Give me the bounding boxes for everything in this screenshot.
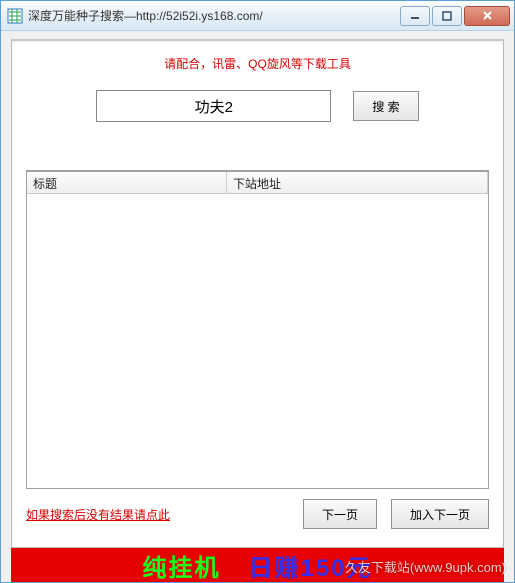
minimize-button[interactable] (400, 6, 430, 26)
search-button[interactable]: 搜 索 (353, 91, 418, 121)
pagination: 下一页 加入下一页 (303, 499, 489, 529)
window-controls (398, 6, 510, 26)
results-table: 标题 下站地址 (26, 170, 489, 489)
no-results-link[interactable]: 如果搜索后没有结果请点此 (26, 506, 170, 523)
column-header-title[interactable]: 标题 (27, 172, 227, 193)
footer-row: 如果搜索后没有结果请点此 下一页 加入下一页 (26, 489, 489, 537)
app-icon (7, 8, 23, 24)
ad-text-2: 日赚150元 (248, 548, 372, 583)
maximize-button[interactable] (432, 6, 462, 26)
add-next-page-button[interactable]: 加入下一页 (391, 499, 489, 529)
search-input[interactable] (96, 90, 331, 122)
titlebar[interactable]: 深度万能种子搜索—http://52i52i.ys168.com/ (1, 1, 514, 31)
table-body[interactable] (27, 194, 488, 488)
hint-text: 请配合，讯雷、QQ旋风等下载工具 (26, 51, 489, 90)
ad-text-1: 纯挂机 (142, 548, 220, 583)
close-button[interactable] (464, 6, 510, 26)
table-header: 标题 下站地址 (27, 172, 488, 194)
app-window: 深度万能种子搜索—http://52i52i.ys168.com/ 请配合，讯雷… (0, 0, 515, 583)
search-row: 搜 索 (26, 90, 489, 122)
ad-banner[interactable]: 纯挂机 日赚150元 (11, 548, 504, 582)
client-area: 请配合，讯雷、QQ旋风等下载工具 搜 索 标题 下站地址 如果搜索后没有结果请点… (1, 31, 514, 582)
column-header-url[interactable]: 下站地址 (227, 172, 488, 193)
next-page-button[interactable]: 下一页 (303, 499, 377, 529)
window-title: 深度万能种子搜索—http://52i52i.ys168.com/ (28, 7, 398, 24)
main-panel: 请配合，讯雷、QQ旋风等下载工具 搜 索 标题 下站地址 如果搜索后没有结果请点… (11, 39, 504, 548)
